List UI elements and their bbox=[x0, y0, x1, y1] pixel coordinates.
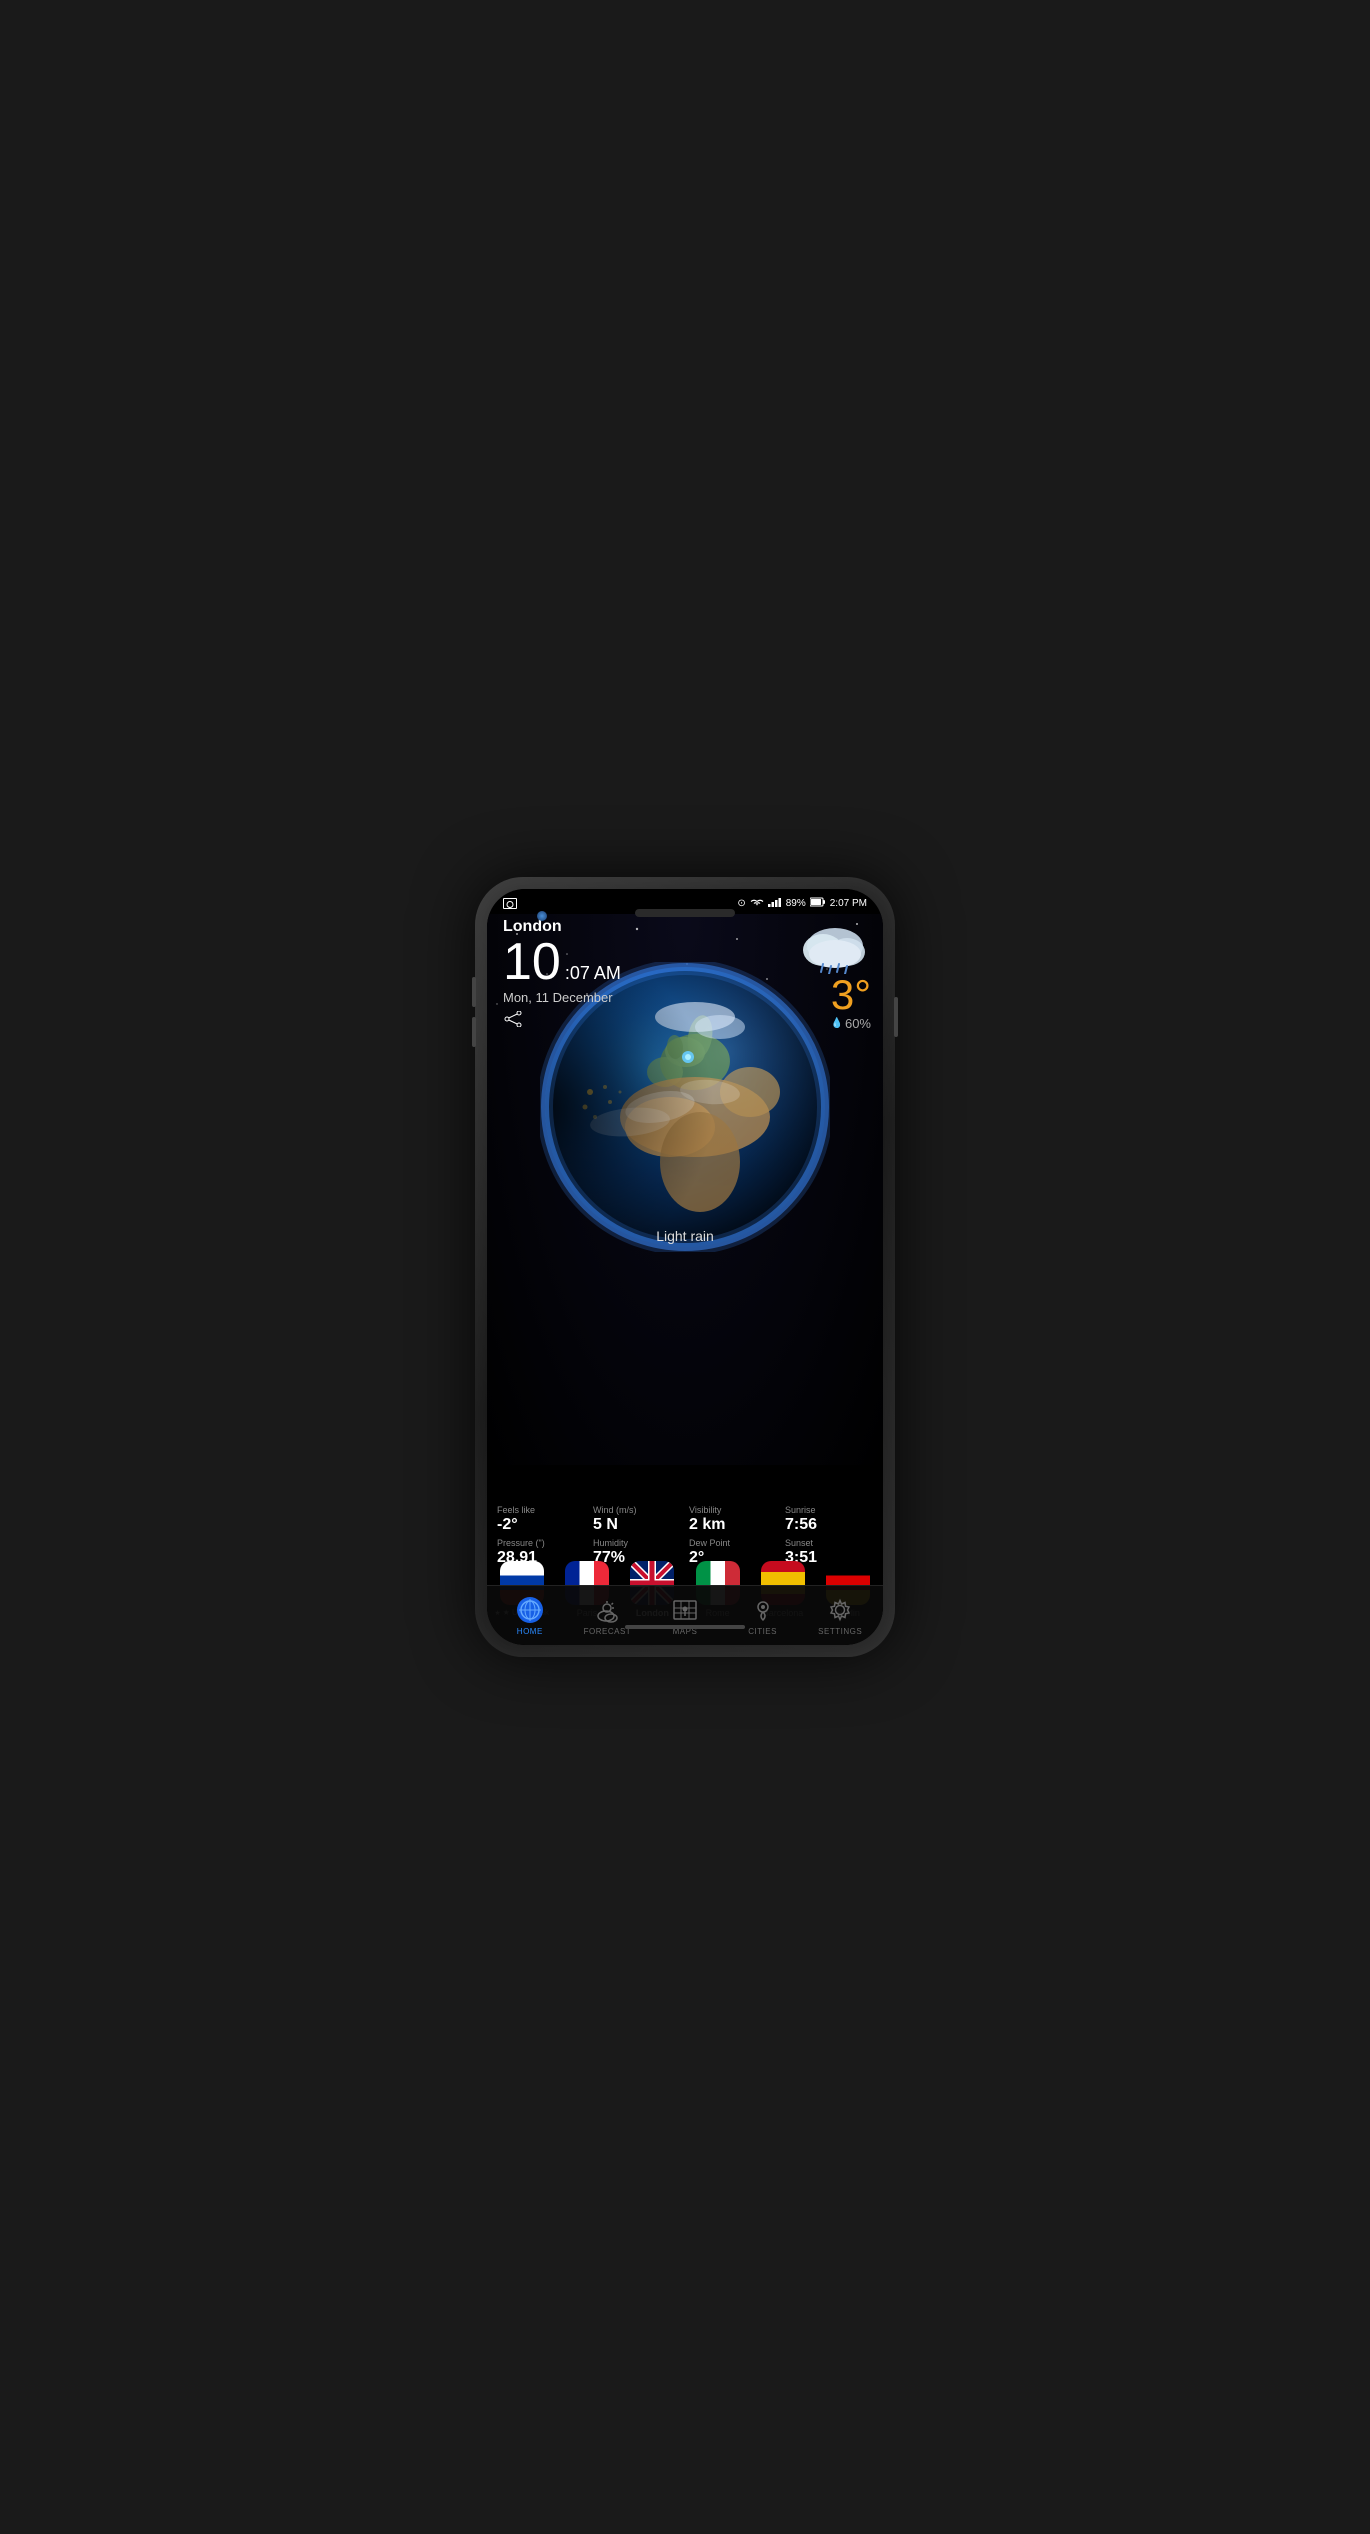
status-right: ⊙ 89% 2:07 PM bbox=[737, 897, 867, 910]
feels-like-value: -2° bbox=[497, 1516, 585, 1534]
nav-item-home[interactable]: HOME bbox=[491, 1596, 569, 1636]
wind-item: Wind (m/s) 5 N bbox=[593, 1505, 681, 1534]
signal-icon bbox=[768, 897, 782, 910]
power-button[interactable] bbox=[894, 997, 898, 1037]
nav-item-maps[interactable]: MAPS bbox=[646, 1596, 724, 1636]
main-content: London 10 :07 AM Mon, 11 December bbox=[487, 914, 883, 1645]
cloud-rain-icon bbox=[799, 924, 871, 974]
battery-percent: 89% bbox=[786, 898, 806, 909]
status-left bbox=[503, 898, 517, 909]
home-icon bbox=[516, 1596, 544, 1624]
battery-icon bbox=[810, 897, 826, 910]
visibility-value: 2 km bbox=[689, 1516, 777, 1534]
wind-label: Wind (m/s) bbox=[593, 1505, 681, 1515]
sunrise-label: Sunrise bbox=[785, 1505, 873, 1515]
humidity-label: Humidity bbox=[593, 1538, 681, 1548]
volume-up-button[interactable] bbox=[472, 977, 476, 1007]
home-indicator bbox=[625, 1625, 745, 1629]
camera-dot bbox=[537, 911, 547, 921]
photo-icon bbox=[503, 898, 517, 909]
visibility-label: Visibility bbox=[689, 1505, 777, 1515]
nav-item-cities[interactable]: CITIES bbox=[724, 1596, 802, 1636]
speaker-grille bbox=[635, 909, 735, 917]
screen-content: ⊙ 89% 2:07 PM bbox=[487, 889, 883, 1645]
wind-value: 5 N bbox=[593, 1516, 681, 1534]
phone-screen: ⊙ 89% 2:07 PM bbox=[487, 889, 883, 1645]
settings-icon bbox=[826, 1596, 854, 1624]
visibility-item: Visibility 2 km bbox=[689, 1505, 777, 1534]
nav-item-settings[interactable]: SETTINGS bbox=[801, 1596, 879, 1636]
feels-like-item: Feels like -2° bbox=[497, 1505, 585, 1534]
forecast-icon bbox=[593, 1596, 621, 1624]
cities-nav-label: CITIES bbox=[748, 1627, 777, 1636]
nav-item-forecast[interactable]: FORECAST bbox=[569, 1596, 647, 1636]
location-icon: ⊙ bbox=[737, 898, 745, 909]
time-suffix: :07 AM bbox=[565, 963, 621, 984]
rain-drop-icon: 💧 bbox=[831, 1018, 843, 1029]
weather-top-right: 3° 💧 60% bbox=[799, 924, 871, 1031]
status-time: 2:07 PM bbox=[830, 898, 867, 909]
time-hour: 10 bbox=[503, 936, 561, 988]
settings-nav-label: SETTINGS bbox=[818, 1627, 862, 1636]
wifi-icon bbox=[750, 897, 764, 910]
feels-like-label: Feels like bbox=[497, 1505, 585, 1515]
rain-percent-display: 💧 60% bbox=[831, 1016, 871, 1031]
sunrise-value: 7:56 bbox=[785, 1516, 873, 1534]
phone-frame: ⊙ 89% 2:07 PM bbox=[475, 877, 895, 1657]
cities-icon bbox=[749, 1596, 777, 1624]
forecast-nav-label: FORECAST bbox=[584, 1627, 632, 1636]
home-nav-label: HOME bbox=[517, 1627, 543, 1636]
dew-point-label: Dew Point bbox=[689, 1538, 777, 1548]
pressure-label: Pressure (") bbox=[497, 1538, 585, 1548]
volume-down-button[interactable] bbox=[472, 1017, 476, 1047]
maps-icon bbox=[671, 1596, 699, 1624]
rain-percent-value: 60% bbox=[845, 1016, 871, 1031]
temperature-display: 3° bbox=[831, 974, 871, 1016]
sunrise-item: Sunrise 7:56 bbox=[785, 1505, 873, 1534]
sunset-label: Sunset bbox=[785, 1538, 873, 1548]
bottom-navigation: HOME bbox=[487, 1585, 883, 1645]
weather-condition-label: Light rain bbox=[656, 1228, 714, 1244]
